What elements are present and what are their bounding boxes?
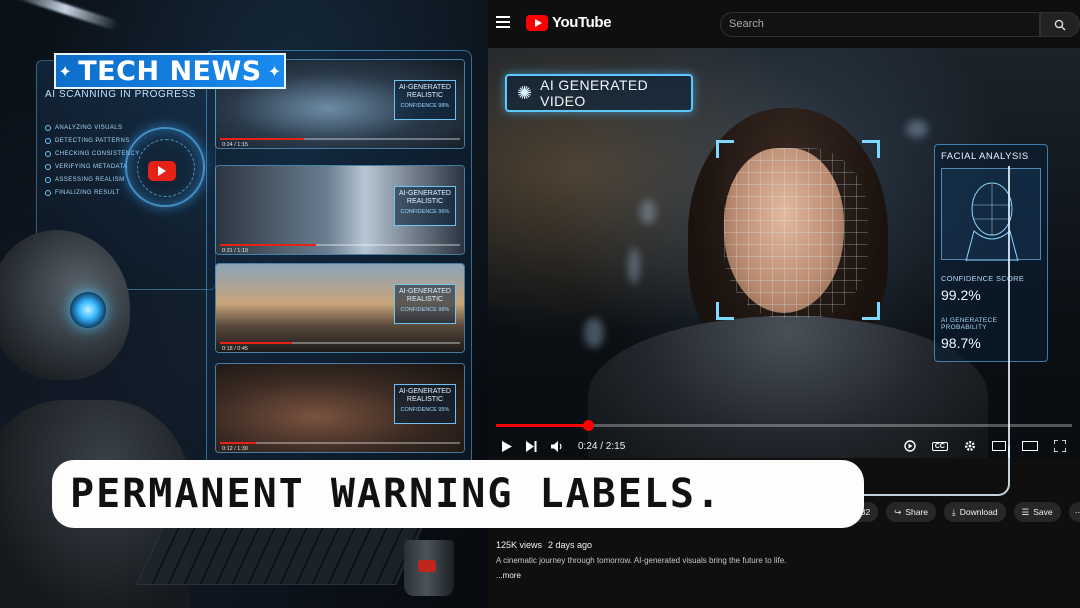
ai-probability-label: AI GENERATECE PROBABILITY: [941, 317, 998, 331]
thumbnail-time: 0:12 / 1:30: [222, 446, 248, 452]
scan-step: ANALYZING VISUALS: [45, 125, 140, 131]
share-button[interactable]: ↪ Share: [886, 502, 936, 522]
video-actions: 132 ↪ Share ⤓ Download ☰ Save ⋯: [848, 502, 1080, 522]
menu-icon[interactable]: [496, 16, 510, 28]
youtube-play-icon: [148, 161, 176, 181]
video-thumbnail[interactable]: AI-GENERATED REALISTIC CONFIDENCE 96% 0:…: [215, 165, 465, 255]
thumbnail-time: 0:24 / 1:15: [222, 142, 248, 148]
check-icon: [45, 125, 51, 131]
headline-banner: PERMANENT WARNING LABELS.: [52, 460, 864, 528]
search-button[interactable]: [1040, 12, 1080, 37]
thumbnail-progress-bar: [220, 342, 460, 344]
download-icon: ⤓: [952, 506, 956, 517]
thumbnail-column: AI-GENERATED REALISTIC CONFIDENCE 98% 0:…: [206, 50, 472, 510]
thumbnail-progress-bar: [220, 442, 460, 444]
check-icon: [45, 177, 51, 183]
save-playlist-icon: ☰: [1021, 506, 1030, 517]
keyboard: [136, 525, 424, 585]
video-thumbnail[interactable]: AI-GENERATED REALISTIC CONFIDENCE 95% 0:…: [215, 363, 465, 453]
scan-step: ASSESSING REALISM: [45, 177, 140, 183]
scan-step: FINALIZING RESULT: [45, 190, 140, 196]
video-description[interactable]: 125K views 2 days ago A cinematic journey…: [496, 540, 1072, 596]
check-icon: [45, 138, 51, 144]
share-icon: ↪: [894, 506, 902, 517]
check-icon: [45, 151, 51, 157]
download-button[interactable]: ⤓ Download: [944, 502, 1006, 522]
sparkle-icon: ✦: [267, 61, 282, 81]
sparkle-icon: ✺: [517, 82, 533, 103]
background-light: [584, 318, 604, 348]
check-icon: [45, 190, 51, 196]
connector-elbow-line: [862, 446, 1010, 496]
robot-head: [0, 230, 130, 380]
search-input[interactable]: Search: [720, 12, 1040, 37]
next-icon[interactable]: [526, 440, 537, 452]
show-more-link[interactable]: ...more: [496, 571, 1072, 580]
theater-mode-icon[interactable]: [1022, 441, 1038, 451]
scanning-title: AI SCANNING IN PROGRESS: [45, 89, 197, 100]
tech-news-banner: ✦ TECH NEWS ✦: [54, 53, 286, 89]
tech-news-label: TECH NEWS: [78, 55, 262, 87]
thumbnail-progress-bar: [220, 244, 460, 246]
video-meta: 125K views 2 days ago: [496, 540, 1072, 550]
description-text: A cinematic journey through tomorrow. AI…: [496, 556, 787, 565]
mug-logo-icon: [418, 560, 436, 572]
more-actions-button[interactable]: ⋯: [1068, 502, 1080, 522]
robot-eye: [70, 292, 106, 328]
ai-generated-tag: AI-GENERATED REALISTIC CONFIDENCE 98%: [394, 284, 456, 324]
confidence-score-label: CONFIDENCE SCORE: [941, 274, 1025, 283]
thumbnail-time: 0:18 / 0:45: [222, 346, 248, 352]
ai-generated-tag: AI-GENERATED REALISTIC CONFIDENCE 96%: [394, 186, 456, 226]
thumbnail-progress-bar: [220, 138, 460, 140]
more-dots-icon: ⋯: [1074, 506, 1080, 517]
ai-generated-badge: ✺ AI GENERATED VIDEO: [505, 74, 693, 112]
ceiling-light: [11, 0, 119, 31]
confidence-score-value: 99.2%: [941, 287, 981, 303]
ai-generated-tag: AI-GENERATED REALISTIC CONFIDENCE 98%: [394, 80, 456, 120]
play-icon[interactable]: [502, 440, 512, 452]
facial-analysis-panel: FACIAL ANALYSIS CONFIDENCE SCORE 99.2% A…: [934, 144, 1048, 362]
head-wireframe-icon: [965, 182, 1019, 262]
background-light: [640, 200, 656, 224]
view-count: 125K views: [496, 540, 543, 550]
connector-line: [1008, 166, 1010, 458]
fullscreen-icon[interactable]: [1054, 440, 1066, 452]
video-player[interactable]: ✺ AI GENERATED VIDEO FACIAL ANALYSIS CON…: [488, 48, 1080, 458]
sparkle-icon: ✦: [58, 61, 73, 81]
video-thumbnail[interactable]: AI-GENERATED REALISTIC CONFIDENCE 98% 0:…: [215, 263, 465, 353]
playback-time: 0:24 / 2:15: [578, 440, 626, 452]
youtube-logo-icon: [526, 14, 548, 31]
progress-played: [496, 424, 589, 427]
background-light: [628, 248, 640, 284]
video-progress-bar[interactable]: [496, 420, 1072, 431]
face-detection-box: [716, 140, 880, 320]
background-light: [906, 120, 928, 138]
save-button[interactable]: ☰ Save: [1013, 502, 1061, 522]
head-scan-image: [941, 168, 1041, 262]
youtube-logo[interactable]: YouTube: [526, 14, 612, 31]
scan-step: DETECTING PATTERNS: [45, 138, 140, 144]
volume-icon[interactable]: [551, 440, 564, 452]
thumbnail-time: 0:31 / 1:10: [222, 248, 248, 254]
facial-analysis-title: FACIAL ANALYSIS: [941, 151, 1029, 162]
youtube-header: YouTube Search: [488, 0, 1080, 48]
ai-generated-tag: AI-GENERATED REALISTIC CONFIDENCE 95%: [394, 384, 456, 424]
check-icon: [45, 164, 51, 170]
ai-probability-value: 98.7%: [941, 335, 981, 351]
upload-age: 2 days ago: [548, 540, 593, 550]
search-icon: [1054, 19, 1066, 30]
